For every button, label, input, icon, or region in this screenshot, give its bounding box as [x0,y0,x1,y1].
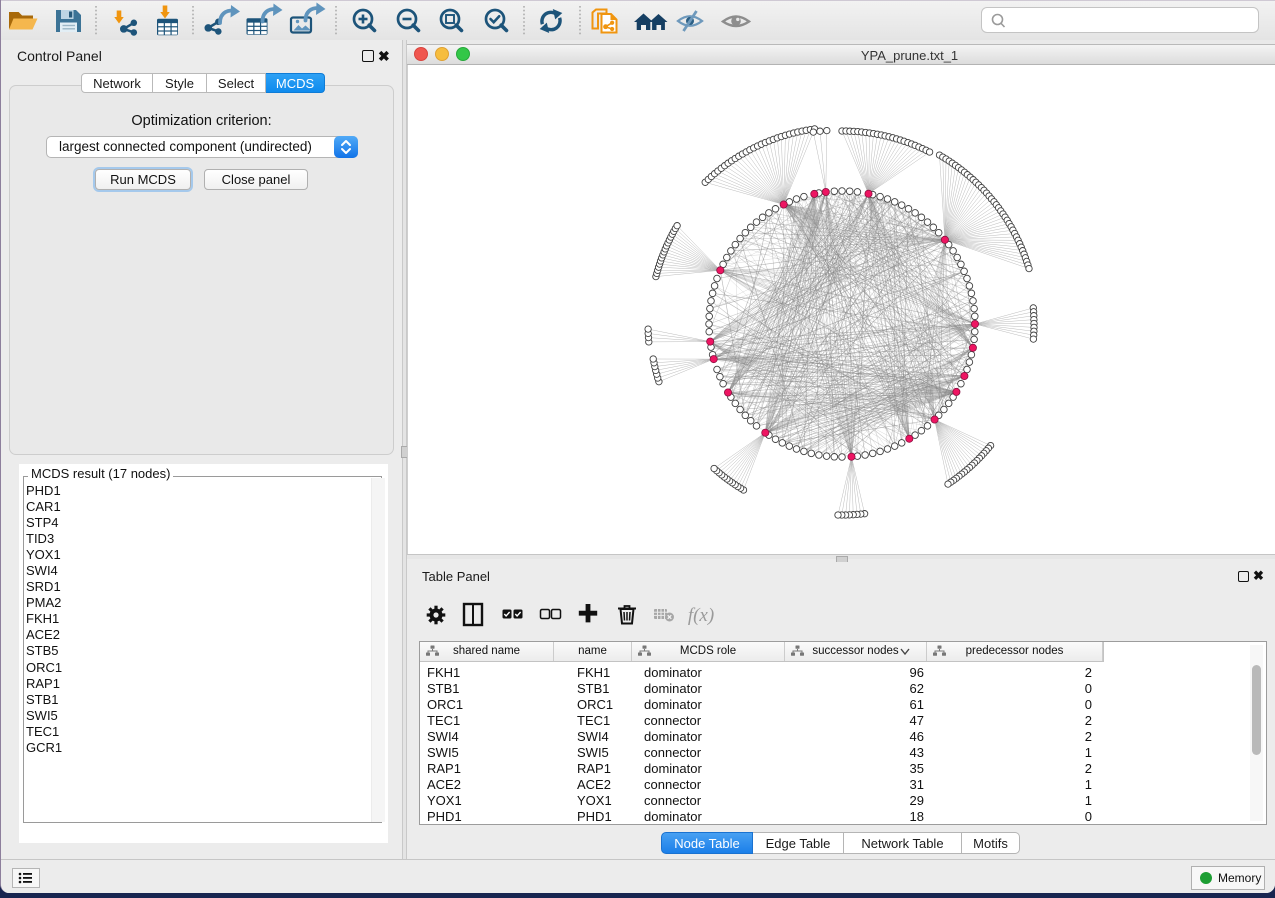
svg-text:f(x): f(x) [688,605,714,626]
